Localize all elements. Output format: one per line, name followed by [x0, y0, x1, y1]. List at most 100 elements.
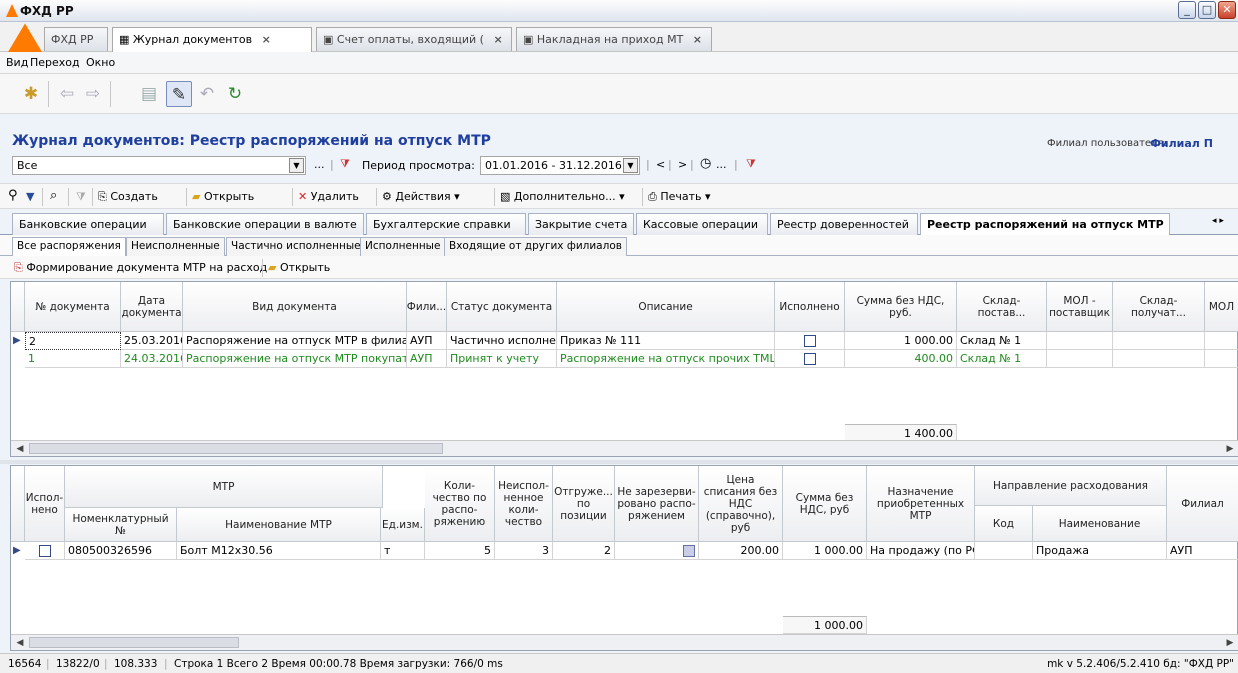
back-icon[interactable]: ⇦ — [54, 81, 80, 107]
scroll-left-icon[interactable]: ◀ — [13, 442, 27, 456]
header-price[interactable]: Цена списания без НДС (справочно), руб — [699, 466, 783, 542]
subtab-executed[interactable]: Исполненные — [360, 237, 446, 256]
close-tab-icon[interactable]: × — [262, 33, 271, 46]
undo-icon[interactable]: ↶ — [194, 81, 220, 107]
additional-dropdown[interactable]: ▧ Дополнительно... ▾ — [500, 190, 625, 203]
cell-branch[interactable]: АУП — [407, 350, 447, 368]
maximize-button[interactable]: □ — [1198, 1, 1216, 19]
header-mol-supplier[interactable]: МОЛ - поставщик — [1047, 282, 1113, 332]
subtab-incoming[interactable]: Входящие от других филиалов — [444, 237, 627, 256]
cell-code[interactable] — [975, 542, 1033, 560]
clock-icon[interactable]: ◷ — [700, 156, 711, 171]
cell-mol-supplier[interactable] — [1047, 350, 1113, 368]
tab-bank-currency[interactable]: Банковские операции в валюте — [166, 213, 364, 235]
executed-checkbox[interactable] — [803, 353, 816, 365]
cell-sum[interactable]: 400.00 — [845, 350, 957, 368]
header-doc-date[interactable]: Дата документа — [121, 282, 183, 332]
tab-mtr-release-register[interactable]: Реестр распоряжений на отпуск МТР — [920, 213, 1170, 236]
clear-period-icon[interactable]: ⧩ — [746, 157, 756, 171]
tab-receipt-invoice[interactable]: ▣ Накладная на приход МТ × — [516, 27, 712, 51]
close-tab-icon[interactable]: × — [493, 33, 502, 46]
cell-mtr-name[interactable]: Болт М12х30.56 — [177, 542, 381, 560]
cell-executed[interactable] — [775, 332, 845, 350]
period-prev-button[interactable]: < — [656, 158, 665, 171]
forward-icon[interactable]: ⇨ — [80, 81, 106, 107]
refresh-icon[interactable]: ↻ — [222, 81, 248, 107]
minimize-button[interactable]: _ — [1178, 1, 1196, 19]
cell-sum[interactable]: 1 000.00 — [845, 332, 957, 350]
header-done[interactable]: Испол-нено — [25, 466, 65, 542]
cell-doc-number[interactable]: 1 — [25, 350, 121, 368]
header-shipped[interactable]: Отгруже... по позиции — [553, 466, 615, 542]
actions-dropdown[interactable]: ⚙ Действия ▾ — [382, 190, 460, 203]
menu-window[interactable]: Окно — [86, 56, 115, 69]
find-icon[interactable]: ⚲ — [8, 188, 18, 203]
header-direction-name[interactable]: Наименование — [1033, 506, 1167, 542]
cell-description[interactable]: Распоряжение на отпуск прочих ТМЦ — [557, 350, 775, 368]
header-code[interactable]: Код — [975, 506, 1033, 542]
cell-mol-supplier[interactable] — [1047, 332, 1113, 350]
cell-branch[interactable]: АУП — [1167, 542, 1238, 560]
not-reserved-checkbox[interactable] — [683, 545, 695, 557]
close-tab-icon[interactable]: × — [693, 33, 702, 46]
cell-warehouse-receiver[interactable] — [1113, 350, 1205, 368]
header-warehouse-receiver[interactable]: Склад-получат... — [1113, 282, 1205, 332]
header-status[interactable]: Статус документа — [447, 282, 557, 332]
header-doc-number[interactable]: № документа — [25, 282, 121, 332]
cell-doc-date[interactable]: 24.03.2016 — [121, 350, 183, 368]
cell-mol[interactable] — [1205, 350, 1238, 368]
tab-document-journal[interactable]: ▦ Журнал документов × — [112, 27, 312, 52]
bookmark-icon[interactable]: ✱ — [18, 81, 44, 107]
tab-bank-operations[interactable]: Банковские операции — [12, 213, 164, 235]
tab-scroll-arrows-icon[interactable]: ◂ ▸ — [1212, 216, 1224, 226]
scroll-thumb[interactable] — [29, 443, 443, 454]
header-unexecuted[interactable]: Неиспол-ненное коли-чество — [495, 466, 553, 542]
home-logo-icon[interactable] — [8, 23, 42, 52]
cell-status[interactable]: Частично исполнен — [447, 332, 557, 350]
sub-open-button[interactable]: ▰ Открыть — [268, 261, 330, 274]
header-unit[interactable]: Ед.изм. — [381, 508, 425, 542]
header-nomenclature[interactable]: Номенклатурный № — [65, 508, 177, 542]
scroll-left-icon[interactable]: ◀ — [13, 636, 27, 650]
header-sum[interactable]: Сумма без НДС, руб — [783, 466, 867, 542]
remove-filter-icon[interactable]: ⧩ — [76, 190, 86, 204]
cell-doc-number[interactable]: 2 — [25, 332, 121, 350]
form-mtr-document-button[interactable]: ⎘ Формирование документа МТР на расход — [14, 261, 267, 275]
cell-doc-type[interactable]: Распоряжение на отпуск МТР в филиал — [183, 332, 407, 350]
header-quantity[interactable]: Коли-чество по распо-ряжению — [425, 466, 495, 542]
header-sum[interactable]: Сумма без НДС, руб. — [845, 282, 957, 332]
header-executed[interactable]: Исполнено — [775, 282, 845, 332]
header-doc-type[interactable]: Вид документа — [183, 282, 407, 332]
chevron-down-icon[interactable]: ▼ — [623, 158, 638, 173]
search-icon[interactable]: ⌕ — [50, 188, 57, 203]
cell-quantity[interactable]: 5 — [425, 542, 495, 560]
done-checkbox[interactable] — [38, 545, 51, 557]
tab-power-of-attorney[interactable]: Реестр доверенностей — [770, 213, 918, 235]
subtab-all[interactable]: Все распоряжения — [12, 237, 126, 256]
cell-doc-type[interactable]: Распоряжение на отпуск МТР покупател — [183, 350, 407, 368]
cell-unit[interactable]: т — [381, 542, 425, 560]
cell-price[interactable]: 200.00 — [699, 542, 783, 560]
cell-warehouse[interactable]: Склад № 1 — [957, 350, 1047, 368]
menu-navigate[interactable]: Переход — [30, 56, 80, 69]
scroll-right-icon[interactable]: ▶ — [1223, 636, 1237, 650]
header-warehouse-supplier[interactable]: Склад-постав... — [957, 282, 1047, 332]
header-mtr-name[interactable]: Наименование МТР — [177, 508, 381, 542]
cell-done[interactable] — [25, 542, 65, 560]
cell-executed[interactable] — [775, 350, 845, 368]
cell-warehouse-receiver[interactable] — [1113, 332, 1205, 350]
grid-splitter[interactable] — [0, 460, 1238, 464]
filter-select[interactable]: Все ▼ — [12, 156, 306, 175]
cell-unexecuted[interactable]: 3 — [495, 542, 553, 560]
delete-button[interactable]: ✕ Удалить — [298, 190, 359, 203]
save-icon[interactable]: ▤ — [136, 81, 162, 107]
subtab-unexecuted[interactable]: Неисполненные — [126, 237, 225, 256]
print-dropdown[interactable]: ⎙ Печать ▾ — [648, 190, 711, 204]
cell-nomenclature[interactable]: 080500326596 — [65, 542, 177, 560]
cell-warehouse[interactable]: Склад № 1 — [957, 332, 1047, 350]
close-window-button[interactable]: ✕ — [1218, 1, 1236, 19]
horizontal-scrollbar[interactable]: ◀ ▶ — [11, 440, 1238, 456]
header-not-reserved[interactable]: Не зарезерви-ровано распо-ряжением — [615, 466, 699, 542]
menu-view[interactable]: Вид — [6, 56, 28, 69]
open-button[interactable]: ▰ Открыть — [192, 190, 254, 203]
